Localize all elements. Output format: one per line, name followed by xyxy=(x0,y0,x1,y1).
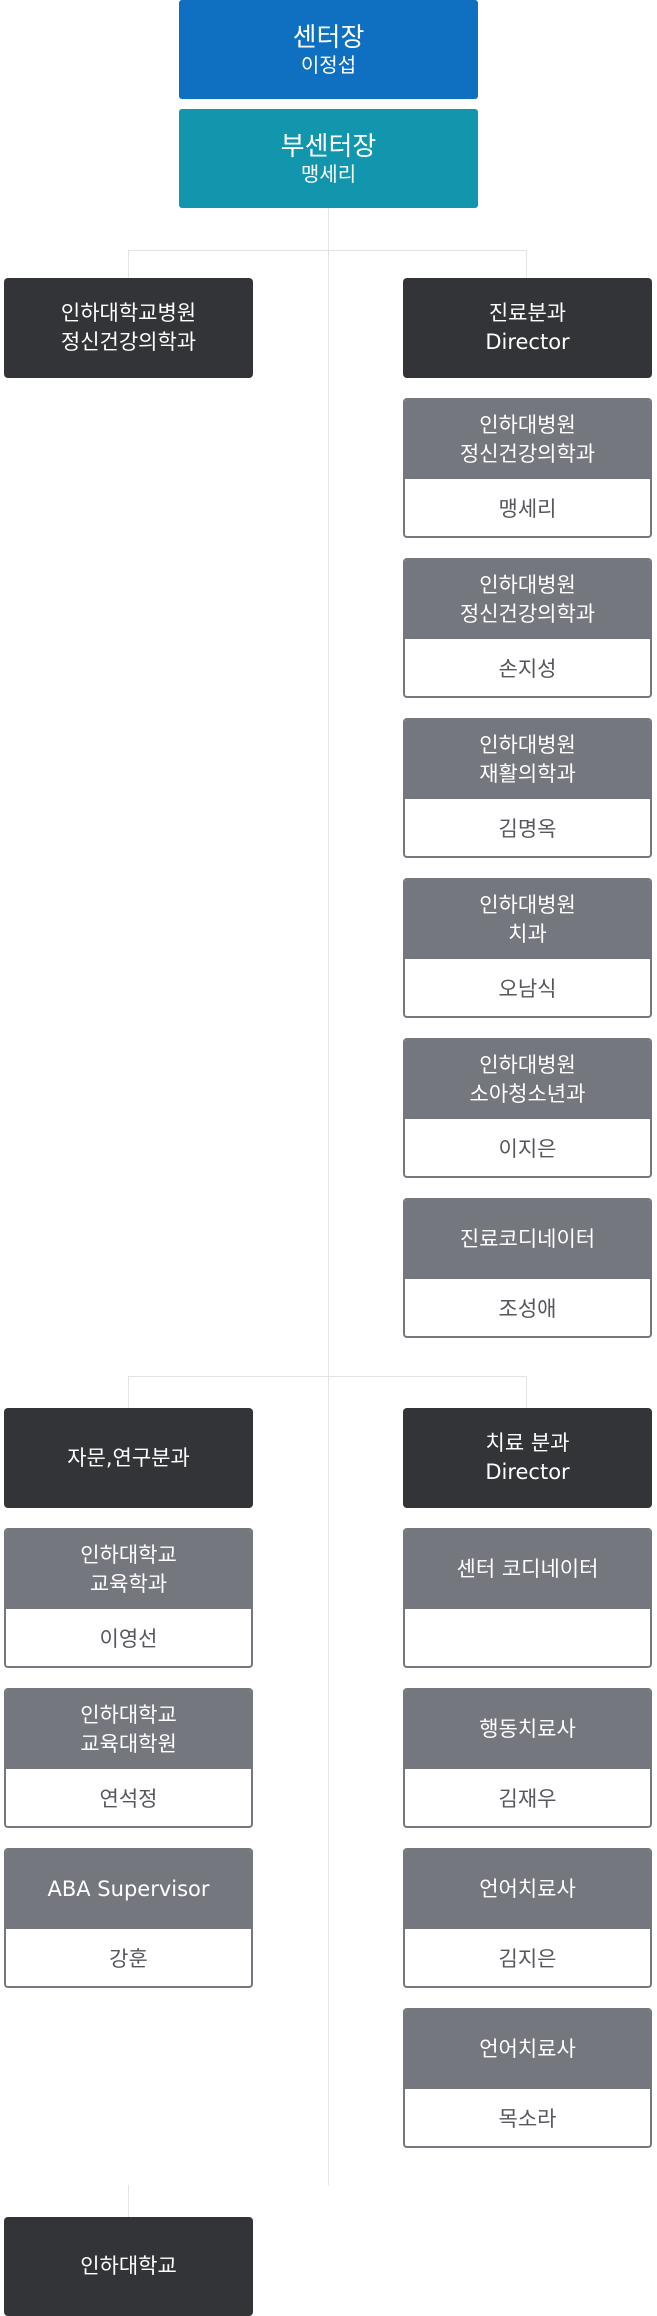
card-name: 김재우 xyxy=(498,1786,557,1811)
center-head-title: 센터장 xyxy=(292,22,365,53)
bottom-university-label: 인하대학교 xyxy=(80,2254,177,2278)
treatment-member-card: 행동치료사 김재우 xyxy=(403,1688,652,1828)
card-header-line1: 언어치료사 xyxy=(479,2037,576,2061)
clinical-member-card: 인하대병원 정신건강의학과 손지성 xyxy=(403,558,652,698)
card-header: 인하대학교 교육학과 xyxy=(6,1530,251,1609)
card-name: 이지은 xyxy=(498,1136,557,1161)
card-header: ABA Supervisor xyxy=(6,1850,251,1929)
card-header-line1: 인하대병원 xyxy=(479,572,576,597)
left-top-line1: 인하대학교병원 xyxy=(60,301,197,325)
connector-lower-horizontal xyxy=(128,1376,526,1377)
card-header-line1: 인하대병원 xyxy=(479,732,576,757)
connector-main-vertical xyxy=(328,208,329,2185)
card-header: 행동치료사 xyxy=(405,1690,650,1769)
card-name: 연석정 xyxy=(99,1786,158,1811)
card-header: 센터 코디네이터 xyxy=(405,1530,650,1609)
left-top-box: 인하대학교병원 정신건강의학과 xyxy=(4,278,253,378)
card-header-line1: 진료코디네이터 xyxy=(459,1227,596,1251)
card-name: 김명옥 xyxy=(498,816,557,841)
card-name: 이영선 xyxy=(99,1626,158,1651)
clinical-header-box: 진료분과 Director xyxy=(403,278,652,378)
treatment-header-line1: 치료 분과 xyxy=(485,1431,570,1455)
card-name: 오남식 xyxy=(498,976,557,1001)
card-header-line2: 교육대학원 xyxy=(80,1731,177,1756)
center-head-name: 이정섭 xyxy=(300,52,357,77)
left-top-line2: 정신건강의학과 xyxy=(60,330,197,354)
clinical-member-card: 인하대병원 소아청소년과 이지은 xyxy=(403,1038,652,1178)
card-header: 인하대학교 교육대학원 xyxy=(6,1690,251,1769)
card-header-line1: 인하대병원 xyxy=(479,412,576,437)
card-name: 목소라 xyxy=(498,2106,557,2131)
treatment-member-card: 언어치료사 목소라 xyxy=(403,2008,652,2148)
card-header-line1: 인하대학교 xyxy=(80,1702,177,1727)
card-header: 언어치료사 xyxy=(405,2010,650,2089)
clinical-member-card: 인하대병원 재활의학과 김명옥 xyxy=(403,718,652,858)
advisory-member-card: ABA Supervisor 강훈 xyxy=(4,1848,253,1988)
card-name: 맹세리 xyxy=(498,496,557,521)
treatment-header-box: 치료 분과 Director xyxy=(403,1408,652,1508)
card-header-line1: 센터 코디네이터 xyxy=(456,1557,599,1581)
card-header-line2: 치과 xyxy=(508,921,547,946)
card-header: 인하대병원 정신건강의학과 xyxy=(405,560,650,639)
card-header-line1: ABA Supervisor xyxy=(47,1877,210,1901)
card-header-line2: 교육학과 xyxy=(89,1571,168,1596)
card-name: 조성애 xyxy=(498,1296,557,1321)
deputy-head-box: 부센터장 맹세리 xyxy=(179,109,478,208)
card-header: 인하대병원 치과 xyxy=(405,880,650,959)
treatment-member-card: 언어치료사 김지은 xyxy=(403,1848,652,1988)
card-header-line1: 언어치료사 xyxy=(479,1877,576,1901)
connector-bottom xyxy=(128,2185,129,2217)
connector-upper-left xyxy=(128,250,129,278)
treatment-header-line2: Director xyxy=(485,1460,570,1484)
advisory-header-box: 자문,연구분과 xyxy=(4,1408,253,1508)
advisory-header-label: 자문,연구분과 xyxy=(67,1445,190,1470)
clinical-member-card: 진료코디네이터 조성애 xyxy=(403,1198,652,1338)
card-header-line1: 행동치료사 xyxy=(479,1717,576,1741)
card-header-line1: 인하대병원 xyxy=(479,1052,576,1077)
advisory-member-card: 인하대학교 교육학과 이영선 xyxy=(4,1528,253,1668)
card-header-line2: 소아청소년과 xyxy=(469,1081,586,1106)
clinical-header-line2: Director xyxy=(485,330,570,354)
connector-lower-left xyxy=(128,1376,129,1408)
connector-lower-right xyxy=(526,1376,527,1408)
card-name: 손지성 xyxy=(498,656,557,681)
advisory-member-card: 인하대학교 교육대학원 연석정 xyxy=(4,1688,253,1828)
deputy-head-title: 부센터장 xyxy=(280,131,377,162)
bottom-university-box: 인하대학교 xyxy=(4,2217,253,2316)
connector-upper-right xyxy=(526,250,527,278)
card-header-line2: 정신건강의학과 xyxy=(459,601,596,626)
card-name: 강훈 xyxy=(109,1946,148,1971)
connector-upper-horizontal xyxy=(128,250,526,251)
card-header: 인하대병원 재활의학과 xyxy=(405,720,650,799)
card-header: 언어치료사 xyxy=(405,1850,650,1929)
clinical-header-line1: 진료분과 xyxy=(488,301,567,325)
card-name xyxy=(405,1609,650,1666)
card-header: 인하대병원 소아청소년과 xyxy=(405,1040,650,1119)
card-header: 인하대병원 정신건강의학과 xyxy=(405,400,650,479)
card-header-line2: 정신건강의학과 xyxy=(459,441,596,466)
treatment-member-card: 센터 코디네이터 xyxy=(403,1528,652,1668)
card-header-line1: 인하대병원 xyxy=(479,892,576,917)
clinical-member-card: 인하대병원 치과 오남식 xyxy=(403,878,652,1018)
card-header-line1: 인하대학교 xyxy=(80,1542,177,1567)
center-head-box: 센터장 이정섭 xyxy=(179,0,478,99)
card-header: 진료코디네이터 xyxy=(405,1200,650,1279)
deputy-head-name: 맹세리 xyxy=(300,161,357,186)
card-name: 김지은 xyxy=(498,1946,557,1971)
card-header-line2: 재활의학과 xyxy=(479,761,576,786)
clinical-member-card: 인하대병원 정신건강의학과 맹세리 xyxy=(403,398,652,538)
